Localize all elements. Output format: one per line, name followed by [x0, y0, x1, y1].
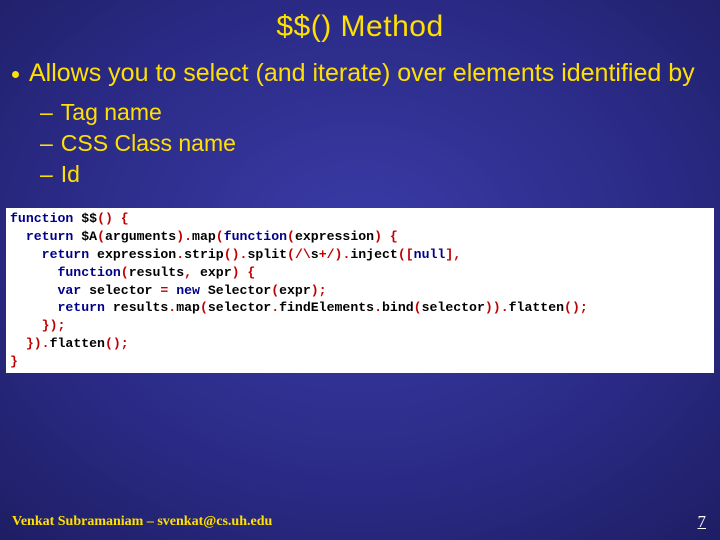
code-keyword: new [176, 283, 200, 298]
code-text: expression [295, 229, 374, 244]
main-bullet: Allows you to select (and iterate) over … [0, 58, 720, 89]
code-punc: . [176, 247, 184, 262]
code-punc: (); [564, 300, 588, 315]
code-punc: +/). [319, 247, 351, 262]
code-keyword: return [10, 300, 105, 315]
code-text: s [311, 247, 319, 262]
dash-icon: – [40, 159, 53, 190]
code-punc: (); [105, 336, 129, 351]
code-text: map [176, 300, 200, 315]
code-punc: ); [311, 283, 327, 298]
code-punc: ( [271, 283, 279, 298]
code-punc: . [271, 300, 279, 315]
code-keyword: function [10, 211, 73, 226]
code-keyword: var [10, 283, 81, 298]
code-punc: ( [97, 229, 105, 244]
code-text: $$ [73, 211, 97, 226]
code-punc: = [160, 283, 176, 298]
code-punc: )). [485, 300, 509, 315]
code-text: map [192, 229, 216, 244]
sub-bullet-item: – Tag name [40, 97, 720, 128]
code-punc: , [184, 265, 200, 280]
code-text: results [105, 300, 168, 315]
sub-bullet-list: – Tag name – CSS Class name – Id [40, 97, 720, 190]
code-punc: (/\ [287, 247, 311, 262]
code-text: expression [89, 247, 176, 262]
code-text: selector [208, 300, 271, 315]
page-number: 7 [698, 512, 707, 532]
sub-bullet-text: CSS Class name [61, 128, 236, 159]
code-punc: (). [224, 247, 248, 262]
code-punc: ) { [374, 229, 398, 244]
code-text: flatten [50, 336, 105, 351]
footer-author: Venkat Subramaniam – svenkat@cs.uh.edu [12, 514, 272, 530]
code-punc: ( [216, 229, 224, 244]
code-text: selector [81, 283, 160, 298]
code-punc: . [168, 300, 176, 315]
sub-bullet-item: – CSS Class name [40, 128, 720, 159]
code-text: expr [200, 265, 232, 280]
dash-icon: – [40, 128, 53, 159]
dash-icon: – [40, 97, 53, 128]
code-punc: ( [414, 300, 422, 315]
code-punc: ( [121, 265, 129, 280]
slide-title: $$() Method [0, 0, 720, 58]
code-keyword: function [224, 229, 287, 244]
code-text: inject [350, 247, 397, 262]
code-text: Selector [200, 283, 271, 298]
code-punc: . [374, 300, 382, 315]
sub-bullet-text: Tag name [61, 97, 162, 128]
code-text: expr [279, 283, 311, 298]
code-punc: ], [445, 247, 461, 262]
code-punc: ( [287, 229, 295, 244]
code-text: split [247, 247, 287, 262]
code-keyword: function [10, 265, 121, 280]
code-text: strip [184, 247, 224, 262]
code-text: arguments [105, 229, 176, 244]
code-punc: () { [97, 211, 129, 226]
code-text: flatten [509, 300, 564, 315]
code-punc: ( [200, 300, 208, 315]
code-punc: } [10, 354, 18, 369]
code-punc: }); [10, 318, 65, 333]
code-punc: ([ [398, 247, 414, 262]
code-text: $A [73, 229, 97, 244]
code-text: findElements [279, 300, 374, 315]
main-bullet-text: Allows you to select (and iterate) over … [29, 58, 700, 89]
code-text: bind [382, 300, 414, 315]
bullet-dot-icon [12, 71, 19, 78]
code-keyword: return [10, 229, 73, 244]
code-punc: ). [176, 229, 192, 244]
sub-bullet-item: – Id [40, 159, 720, 190]
code-keyword: return [10, 247, 89, 262]
code-text: selector [422, 300, 485, 315]
sub-bullet-text: Id [61, 159, 80, 190]
code-punc: ) { [232, 265, 256, 280]
code-keyword: null [414, 247, 446, 262]
code-snippet: function $$() { return $A(arguments).map… [6, 208, 714, 372]
code-text: results [129, 265, 184, 280]
code-punc: }). [10, 336, 50, 351]
